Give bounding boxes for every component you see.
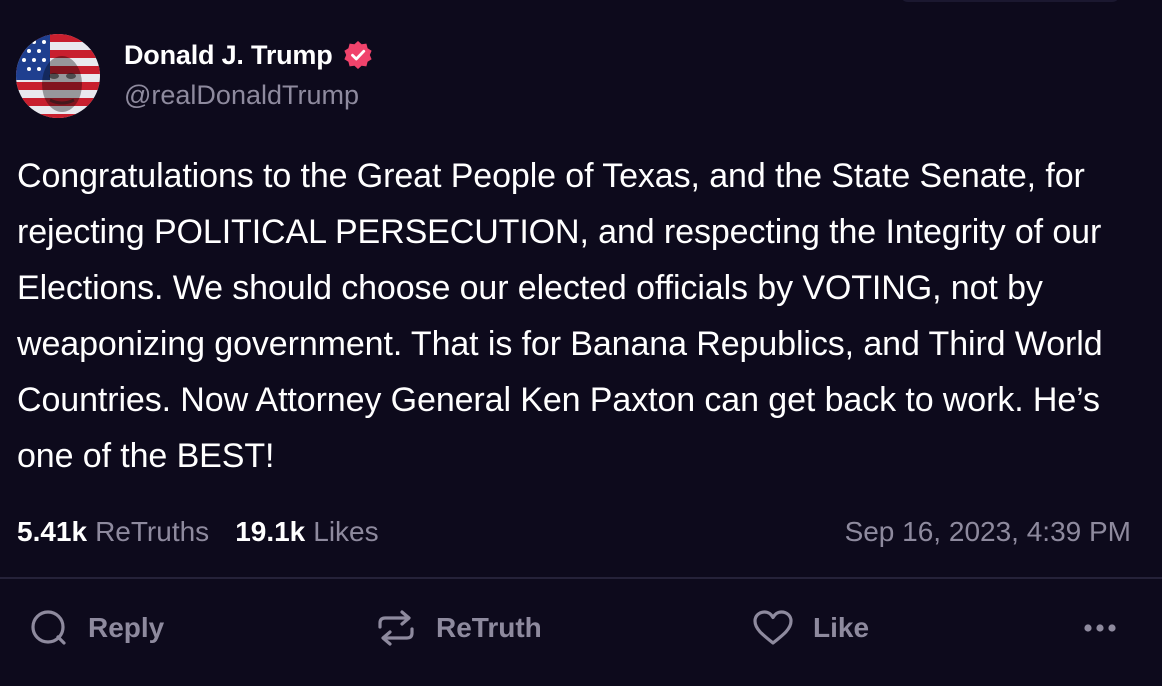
like-button[interactable]: Like (751, 600, 869, 656)
retruth-label: ReTruth (436, 612, 542, 643)
post-card: Donald J. Trump @realDonaldTrump Congrat… (0, 0, 1162, 686)
retruths-count[interactable]: 5.41k (17, 516, 87, 548)
top-overlay-edge (900, 0, 1120, 2)
likes-count[interactable]: 19.1k (235, 516, 305, 548)
name-row: Donald J. Trump (124, 36, 373, 74)
post-timestamp[interactable]: Sep 16, 2023, 4:39 PM (845, 512, 1131, 552)
verified-badge-icon (343, 40, 373, 70)
repost-arrows-icon (378, 610, 414, 646)
speech-bubble-icon (31, 610, 66, 645)
reply-label: Reply (88, 612, 165, 643)
reply-button[interactable]: Reply (28, 600, 164, 656)
retruths-label[interactable]: ReTruths (95, 516, 209, 548)
more-options-button[interactable] (1080, 600, 1120, 656)
retruth-button[interactable]: ReTruth (374, 600, 542, 656)
heart-icon (753, 610, 793, 645)
author-identity: Donald J. Trump @realDonaldTrump (124, 34, 373, 111)
post-text: Congratulations to the Great People of T… (17, 157, 1103, 475)
action-bar: Reply ReTruth Like (0, 600, 1162, 656)
post-stats: 5.41k ReTruths 19.1k Likes (17, 512, 379, 552)
avatar[interactable] (16, 34, 100, 118)
display-name[interactable]: Donald J. Trump (124, 40, 333, 71)
flag-portrait-avatar-icon (16, 34, 100, 118)
post-header: Donald J. Trump @realDonaldTrump (16, 34, 373, 118)
like-label: Like (813, 612, 870, 643)
likes-label[interactable]: Likes (313, 516, 378, 548)
divider (0, 577, 1162, 579)
more-dots-icon (1084, 624, 1116, 632)
author-handle[interactable]: @realDonaldTrump (124, 80, 373, 111)
